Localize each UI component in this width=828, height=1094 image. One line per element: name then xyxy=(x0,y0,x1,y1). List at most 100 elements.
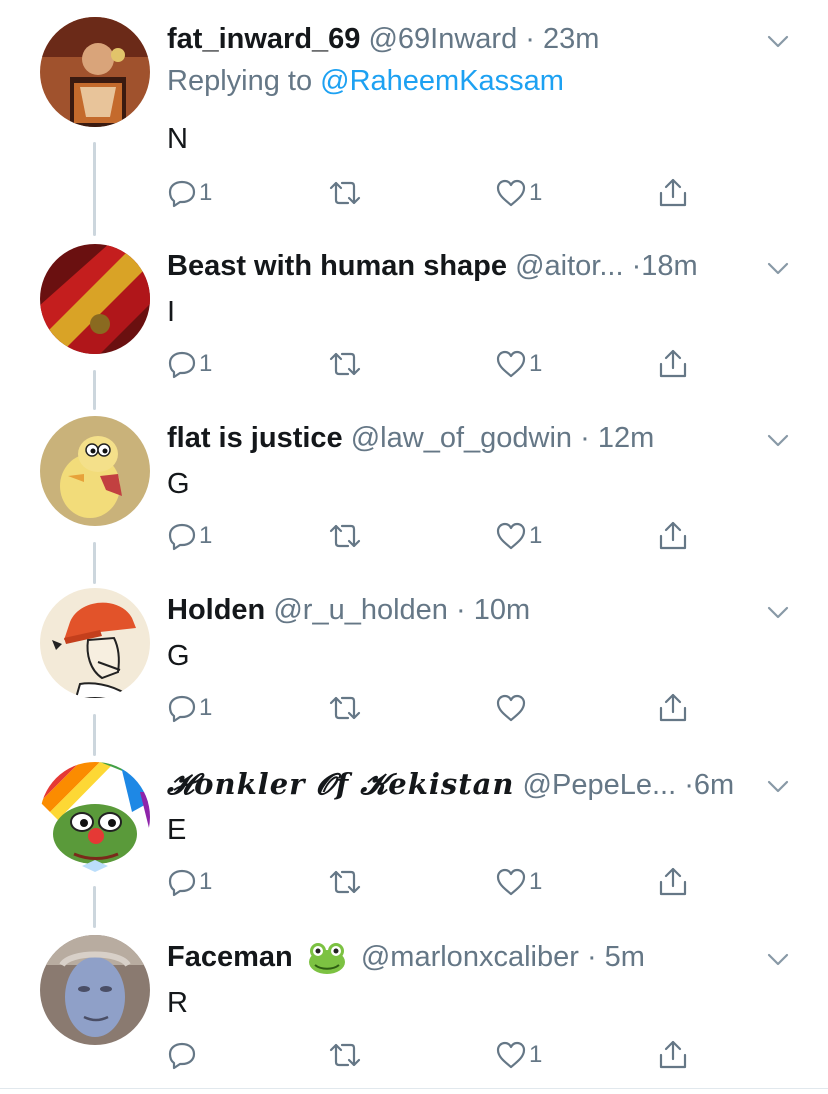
reply-button[interactable] xyxy=(167,1035,199,1075)
user-handle[interactable]: @marlonxcaliber xyxy=(361,941,579,973)
share-icon xyxy=(659,521,687,550)
tweet-actions: 1 xyxy=(167,1035,828,1075)
tweet-header: fat_inward_69 @69Inward · 23m xyxy=(167,17,758,61)
avatar[interactable] xyxy=(40,244,150,354)
share-icon xyxy=(659,1040,687,1069)
chevron-down-icon[interactable] xyxy=(766,600,790,624)
reply-count: 1 xyxy=(199,522,213,549)
like-button[interactable]: 1 xyxy=(495,1035,542,1075)
share-button[interactable] xyxy=(657,1035,689,1075)
tweet-header: 𝓗onkler 𝓞f 𝓚ekistan @PepeLe... ·6m xyxy=(167,762,758,806)
like-count: 1 xyxy=(529,1041,543,1068)
user-handle[interactable]: @law_of_godwin xyxy=(351,422,572,454)
separator-dot: · xyxy=(455,594,466,626)
chevron-down-icon[interactable] xyxy=(766,428,790,452)
tweet-text: N xyxy=(167,123,188,155)
tweet-actions: 1 1 xyxy=(167,344,828,384)
reply-tweet[interactable]: Holden @r_u_holden · 10m G 1 xyxy=(0,588,828,728)
chevron-down-icon[interactable] xyxy=(766,29,790,53)
reply-tweet[interactable]: fat_inward_69 @69Inward · 23m Replying t… xyxy=(0,17,828,217)
like-count: 1 xyxy=(529,868,543,895)
retweet-button[interactable] xyxy=(327,344,365,384)
retweet-button[interactable] xyxy=(327,862,365,902)
reply-tweet[interactable]: Faceman @marlonxcaliber · 5m R 1 xyxy=(0,935,828,1075)
retweet-button[interactable] xyxy=(327,173,365,213)
retweet-button[interactable] xyxy=(327,1035,365,1075)
reply-count: 1 xyxy=(199,350,213,377)
reply-icon xyxy=(168,523,196,551)
display-name[interactable]: Faceman xyxy=(167,941,293,973)
mention-link[interactable]: @RaheemKassam xyxy=(320,65,564,97)
tweet-text: E xyxy=(167,814,187,846)
share-icon xyxy=(659,693,687,722)
replying-to: Replying to @RaheemKassam xyxy=(167,59,564,103)
tweet-header: Holden @r_u_holden · 10m xyxy=(167,588,758,632)
timestamp[interactable]: 5m xyxy=(605,941,645,973)
display-name[interactable]: Holden xyxy=(167,594,265,626)
share-button[interactable] xyxy=(657,516,689,556)
reply-button[interactable]: 1 xyxy=(167,344,212,384)
avatar[interactable] xyxy=(40,588,150,698)
retweet-button[interactable] xyxy=(327,516,365,556)
like-count: 1 xyxy=(529,179,543,206)
retweet-button[interactable] xyxy=(327,688,365,728)
like-button[interactable]: 1 xyxy=(495,516,542,556)
timestamp[interactable]: 23m xyxy=(543,23,599,55)
share-icon xyxy=(659,349,687,378)
timestamp[interactable]: 10m xyxy=(474,594,530,626)
chevron-down-icon[interactable] xyxy=(766,256,790,280)
like-button[interactable]: 1 xyxy=(495,344,542,384)
reply-thread: fat_inward_69 @69Inward · 23m Replying t… xyxy=(0,0,828,1094)
chevron-down-icon[interactable] xyxy=(766,774,790,798)
tweet-text: G xyxy=(167,468,190,500)
heart-icon xyxy=(496,868,526,896)
tweet-actions: 1 1 xyxy=(167,862,828,902)
reply-tweet[interactable]: flat is justice @law_of_godwin · 12m G 1… xyxy=(0,416,828,556)
retweet-icon xyxy=(329,870,361,894)
display-name[interactable]: fat_inward_69 xyxy=(167,23,360,55)
reply-count: 1 xyxy=(199,694,213,721)
divider xyxy=(0,1088,828,1089)
heart-icon xyxy=(496,694,526,722)
like-count: 1 xyxy=(529,522,543,549)
reply-button[interactable]: 1 xyxy=(167,173,212,213)
heart-icon xyxy=(496,1041,526,1069)
user-handle[interactable]: @r_u_holden xyxy=(273,594,448,626)
like-button[interactable] xyxy=(495,688,529,728)
share-button[interactable] xyxy=(657,173,689,213)
reply-button[interactable]: 1 xyxy=(167,862,212,902)
display-name[interactable]: Beast with human shape xyxy=(167,250,507,282)
display-name[interactable]: flat is justice xyxy=(167,422,343,454)
user-handle[interactable]: @PepeLe... xyxy=(523,769,677,801)
like-button[interactable]: 1 xyxy=(495,173,542,213)
retweet-icon xyxy=(329,352,361,376)
reply-button[interactable]: 1 xyxy=(167,516,212,556)
share-button[interactable] xyxy=(657,344,689,384)
chevron-down-icon[interactable] xyxy=(766,947,790,971)
avatar[interactable] xyxy=(40,935,150,1045)
like-button[interactable]: 1 xyxy=(495,862,542,902)
reply-tweet[interactable]: Beast with human shape @aitor... ·18m I … xyxy=(0,244,828,384)
avatar[interactable] xyxy=(40,762,150,872)
timestamp[interactable]: 12m xyxy=(598,422,654,454)
user-handle[interactable]: @aitor... xyxy=(515,250,623,282)
heart-icon xyxy=(496,179,526,207)
separator-dot: · xyxy=(525,23,535,55)
reply-tweet[interactable]: 𝓗onkler 𝓞f 𝓚ekistan @PepeLe... ·6m E 1 1 xyxy=(0,762,828,902)
avatar[interactable] xyxy=(40,17,150,127)
retweet-icon xyxy=(329,1043,361,1067)
reply-icon xyxy=(168,1042,196,1070)
heart-icon xyxy=(496,350,526,378)
share-button[interactable] xyxy=(657,862,689,902)
timestamp[interactable]: 18m xyxy=(641,250,697,282)
like-count: 1 xyxy=(529,350,543,377)
user-handle[interactable]: @69Inward xyxy=(368,23,517,55)
avatar[interactable] xyxy=(40,416,150,526)
reply-button[interactable]: 1 xyxy=(167,688,212,728)
tweet-actions: 1 1 xyxy=(167,173,828,213)
display-name[interactable]: 𝓗onkler 𝓞f 𝓚ekistan xyxy=(167,767,514,801)
share-button[interactable] xyxy=(657,688,689,728)
reply-count: 1 xyxy=(199,868,213,895)
timestamp[interactable]: 6m xyxy=(694,769,734,801)
share-icon xyxy=(659,178,687,207)
